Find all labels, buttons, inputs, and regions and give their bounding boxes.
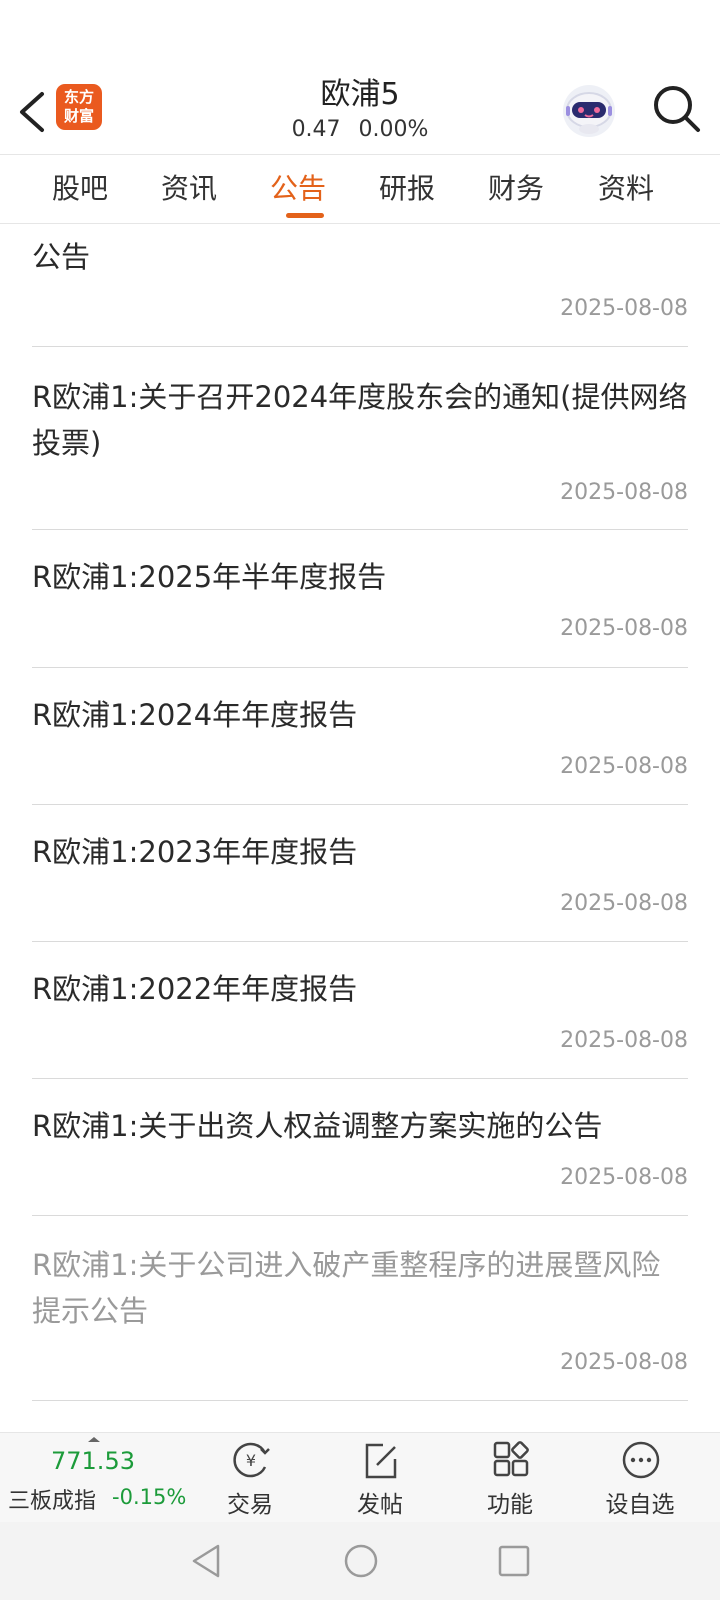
index-name: 三板成指 <box>8 1489 97 1514</box>
tab-guba[interactable]: 股吧 <box>24 155 136 223</box>
announcement-title: R欧浦1:2022年年度报告 <box>32 972 358 1006</box>
announcement-title: R欧浦1:2025年半年度报告 <box>32 560 387 594</box>
list-item[interactable]: R欧浦1:2023年年度报告 2025-08-08 <box>32 805 688 942</box>
app-logo[interactable]: 东方 财富 <box>56 84 102 130</box>
nav-home-icon[interactable] <box>342 1542 380 1580</box>
stock-change-pct: 0.00% <box>358 117 429 142</box>
list-item[interactable]: R欧浦1:2025年半年度报告 2025-08-08 <box>32 530 688 668</box>
announcement-title: R欧浦1:关于公司进入破产重整程序的进展暨风险提示公告 <box>32 1248 661 1328</box>
post-label: 发帖 <box>357 1492 403 1518</box>
watchlist-label: 设自选 <box>605 1492 675 1518</box>
announcement-date: 2025-08-08 <box>560 1350 688 1375</box>
announcement-date: 2025-08-08 <box>560 1165 688 1190</box>
announcement-title: R欧浦1:2024年年度报告 <box>32 698 358 732</box>
tab-finance[interactable]: 财务 <box>460 155 572 223</box>
list-item[interactable]: R欧浦1:关于召开2024年度股东会的通知(提供网络投票) 2025-08-08 <box>32 346 688 530</box>
stock-price: 0.47 <box>291 117 341 142</box>
logo-line2: 财富 <box>63 107 94 125</box>
expand-caret-icon <box>88 1437 100 1442</box>
announcement-title: R欧浦1:关于召开2024年度股东会的通知(提供网络投票) <box>32 380 688 460</box>
trade-yen-icon: ¥ <box>233 1442 270 1478</box>
stock-header: 东方 财富 欧浦5 0.47 0.00% <box>0 72 720 154</box>
active-tab-indicator <box>286 213 324 218</box>
announcement-date: 2025-08-08 <box>560 1028 688 1053</box>
tab-news[interactable]: 资讯 <box>133 155 245 223</box>
list-item[interactable]: R欧浦1:2024年年度报告 2025-08-08 <box>32 668 688 805</box>
index-value: 771.53 <box>51 1447 135 1475</box>
svg-text:¥: ¥ <box>246 1451 256 1470</box>
announcement-date: 2025-08-08 <box>560 480 688 505</box>
logo-line1: 东方 <box>63 88 94 106</box>
nav-back-icon[interactable] <box>188 1542 224 1580</box>
tab-profile[interactable]: 资料 <box>570 155 682 223</box>
functions-label: 功能 <box>487 1492 533 1518</box>
more-dots-icon <box>622 1441 660 1479</box>
stock-title-block: 欧浦5 0.47 0.00% <box>200 72 520 145</box>
announcement-date: 2025-08-08 <box>560 296 688 321</box>
announcement-date: 2025-08-08 <box>560 616 688 641</box>
announcement-title: 公告 <box>32 240 91 274</box>
back-arrow-icon[interactable] <box>12 86 52 138</box>
trade-label: 交易 <box>227 1492 273 1518</box>
search-icon[interactable] <box>650 82 702 134</box>
list-item[interactable]: 公告 2025-08-08 <box>32 222 688 347</box>
post-button[interactable]: 发帖 <box>325 1433 435 1523</box>
announcement-title: R欧浦1:关于出资人权益调整方案实施的公告 <box>32 1109 603 1143</box>
add-watchlist-button[interactable]: 设自选 <box>585 1433 695 1523</box>
announcement-date: 2025-08-08 <box>560 891 688 916</box>
list-item[interactable]: R欧浦1:关于出资人权益调整方案实施的公告 2025-08-08 <box>32 1079 688 1216</box>
functions-button[interactable]: 功能 <box>455 1433 565 1523</box>
announcement-title: R欧浦1:2023年年度报告 <box>32 835 358 869</box>
nav-recents-icon[interactable] <box>496 1542 532 1580</box>
list-item[interactable]: R欧浦1:2022年年度报告 2025-08-08 <box>32 942 688 1079</box>
edit-post-icon <box>365 1443 397 1479</box>
announcement-date: 2025-08-08 <box>560 754 688 779</box>
stock-name: 欧浦5 <box>320 77 400 112</box>
robot-assistant-icon[interactable] <box>560 82 618 140</box>
list-item[interactable]: R欧浦1:关于公司进入破产重整程序的进展暨风险提示公告 2025-08-08 <box>32 1216 688 1401</box>
index-ticker[interactable]: 771.53 三板成指 -0.15% <box>0 1433 190 1523</box>
status-bar <box>0 0 720 72</box>
announcement-list[interactable]: 公告 2025-08-08 R欧浦1:关于召开2024年度股东会的通知(提供网络… <box>0 222 720 1432</box>
system-navigation-bar <box>0 1522 720 1600</box>
tab-research[interactable]: 研报 <box>351 155 463 223</box>
tab-bar: 股吧 资讯 公告 研报 财务 资料 <box>0 154 720 224</box>
function-grid-icon <box>493 1441 529 1477</box>
bottom-bar: 771.53 三板成指 -0.15% ¥ 交易 发帖 功能 设自选 <box>0 1432 720 1523</box>
trade-button[interactable]: ¥ 交易 <box>195 1433 305 1523</box>
index-change: -0.15% <box>112 1485 187 1509</box>
stock-quote: 0.47 0.00% <box>200 115 520 145</box>
